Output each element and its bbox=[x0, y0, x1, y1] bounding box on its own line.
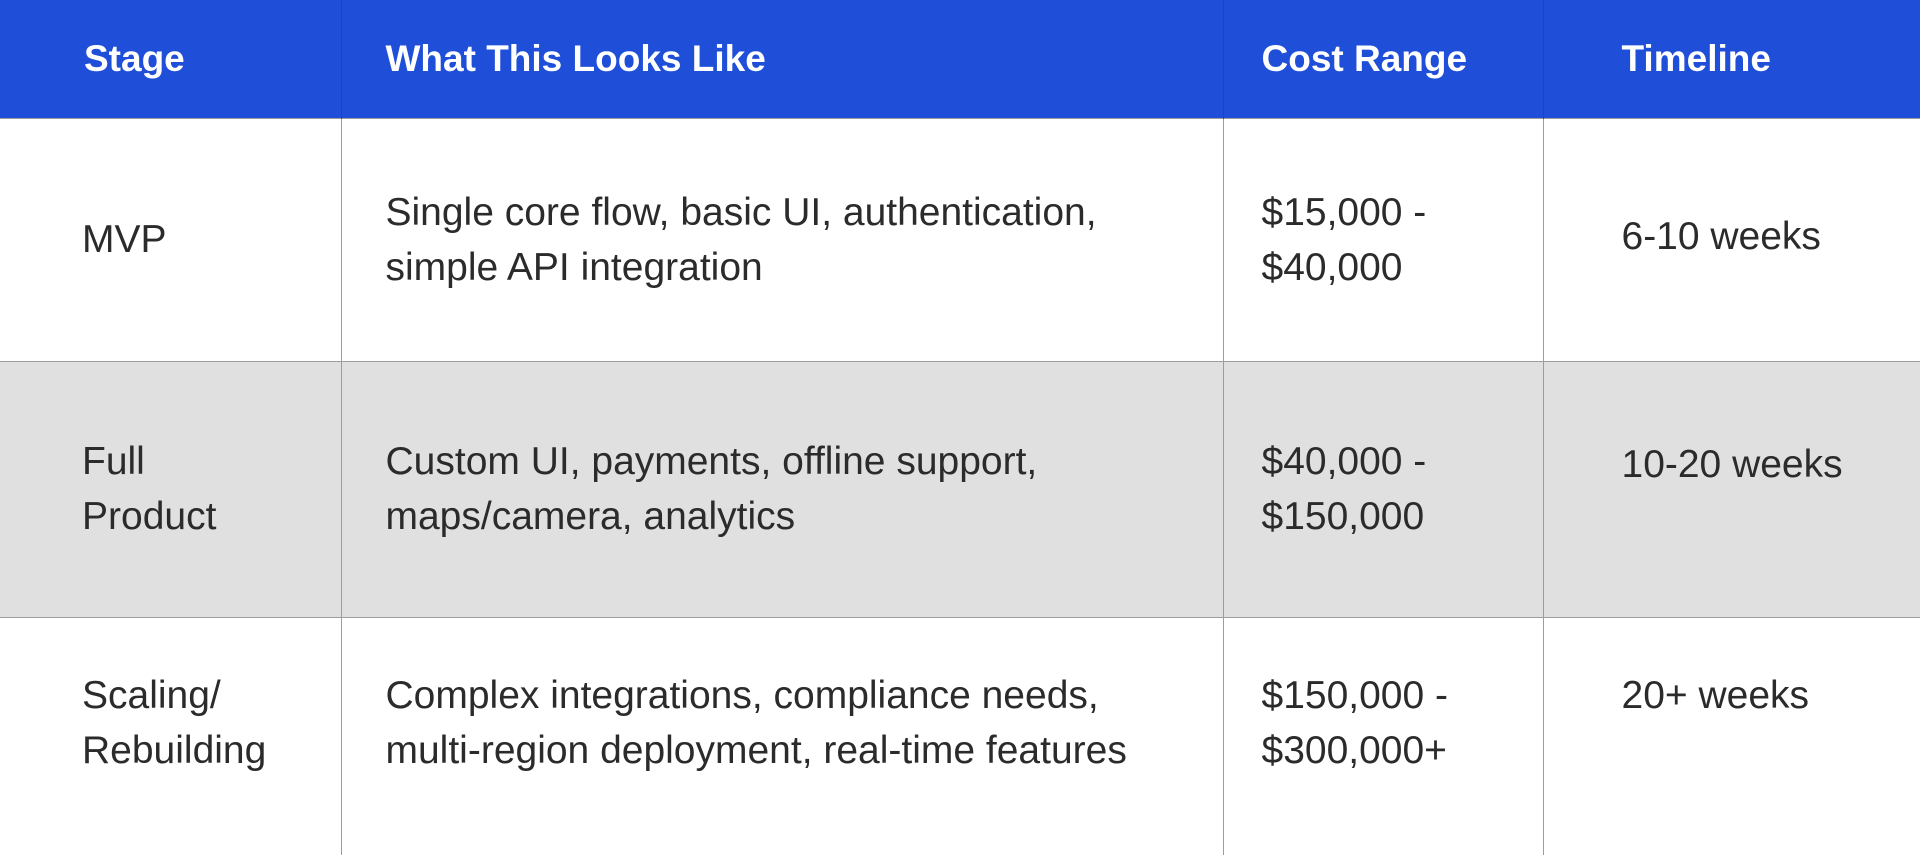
table-body: MVP Single core flow, basic UI, authenti… bbox=[0, 117, 1920, 855]
timeline-text: 20+ weeks bbox=[1621, 673, 1810, 717]
table-row: Full Product Custom UI, payments, offlin… bbox=[0, 360, 1920, 617]
header-stage: Stage bbox=[84, 37, 185, 79]
header-timeline: Timeline bbox=[1542, 0, 1920, 118]
description-text: Custom UI, payments, offline support, ma… bbox=[385, 440, 1038, 538]
header-description: What This Looks Like bbox=[340, 0, 1223, 118]
timeline-cell: 20+ weeks bbox=[1542, 616, 1920, 855]
timeline-cell: 6-10 weeks bbox=[1542, 117, 1920, 361]
timeline-cell: 10-20 weeks bbox=[1542, 360, 1920, 617]
cost-table: Stage What This Looks Like Cost Range Ti… bbox=[0, 0, 1920, 855]
stage-cell: Full Product bbox=[0, 360, 341, 617]
table-row: MVP Single core flow, basic UI, authenti… bbox=[0, 117, 1920, 361]
cost-cell: $40,000 - $150,000 bbox=[1222, 360, 1543, 617]
cost-cell: $15,000 - $40,000 bbox=[1222, 117, 1543, 361]
description-cell: Single core flow, basic UI, authenticati… bbox=[340, 117, 1223, 361]
stage-cell: Scaling/ Rebuilding bbox=[0, 616, 341, 855]
cost-text: $15,000 - $40,000 bbox=[1261, 190, 1427, 289]
stage-cell: MVP bbox=[0, 117, 341, 361]
timeline-text: 10-20 weeks bbox=[1621, 442, 1843, 486]
cost-text: $40,000 - $150,000 bbox=[1261, 440, 1427, 538]
cost-text: $150,000 - $300,000+ bbox=[1261, 673, 1449, 772]
table-header: Stage What This Looks Like Cost Range Ti… bbox=[0, 0, 1920, 118]
description-text: Complex integrations, compliance needs, … bbox=[385, 673, 1127, 772]
timeline-text: 6-10 weeks bbox=[1621, 215, 1821, 258]
description-cell: Custom UI, payments, offline support, ma… bbox=[340, 360, 1223, 617]
header-cost-range: Cost Range bbox=[1222, 0, 1543, 118]
stage-text: Full Product bbox=[82, 440, 217, 538]
stage-text: Scaling/ Rebuilding bbox=[82, 673, 267, 772]
header-row: Stage What This Looks Like Cost Range Ti… bbox=[0, 0, 1920, 118]
table-row: Scaling/ Rebuilding Complex integrations… bbox=[0, 616, 1920, 855]
cost-cell: $150,000 - $300,000+ bbox=[1222, 616, 1543, 855]
description-cell: Complex integrations, compliance needs, … bbox=[340, 616, 1223, 855]
description-text: Single core flow, basic UI, authenticati… bbox=[385, 190, 1097, 289]
stage-text: MVP bbox=[82, 218, 167, 261]
